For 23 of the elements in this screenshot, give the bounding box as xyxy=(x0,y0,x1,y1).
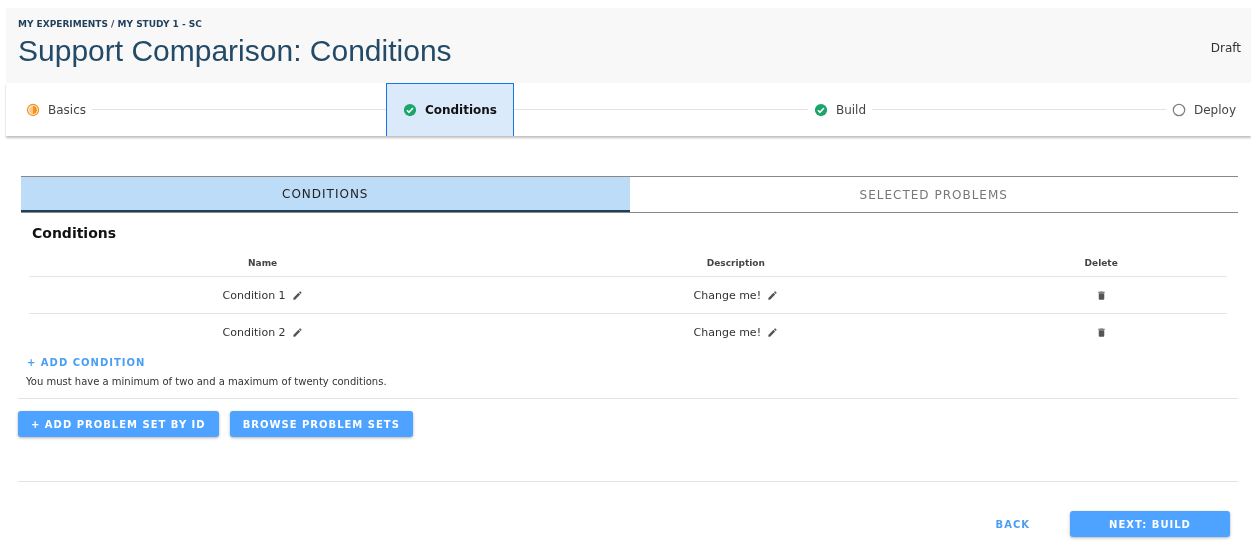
column-header: Delete xyxy=(1084,257,1118,268)
step-tab[interactable]: Build xyxy=(813,83,867,136)
trash-icon[interactable] xyxy=(1095,290,1107,301)
status-label: Draft xyxy=(1210,41,1241,55)
condition-name: Condition 1 xyxy=(222,288,286,302)
trash-icon[interactable] xyxy=(1095,327,1107,338)
page-title: Support Comparison: Conditions xyxy=(18,34,452,68)
condition-name: Condition 2 xyxy=(222,325,286,339)
pencil-icon[interactable] xyxy=(767,326,779,338)
step-tab[interactable]: Deploy xyxy=(1171,83,1236,136)
column-header: Name xyxy=(248,257,278,268)
condition-description: Change me! xyxy=(693,288,762,302)
section-title: Conditions xyxy=(32,225,118,241)
step-tab[interactable]: Basics xyxy=(26,83,87,136)
pencil-icon[interactable] xyxy=(291,326,303,338)
step-tab[interactable]: Conditions xyxy=(385,83,514,136)
tab[interactable]: CONDITIONS xyxy=(21,177,630,212)
pencil-icon[interactable] xyxy=(291,289,303,301)
breadcrumb[interactable]: MY EXPERIMENTS / MY STUDY 1 - SC xyxy=(18,19,452,29)
pencil-icon[interactable] xyxy=(767,289,779,301)
hint-text: You must have a minimum of two and a maximum of twenty conditions. xyxy=(26,376,388,387)
column-header: Description xyxy=(706,257,765,268)
condition-description: Change me! xyxy=(693,325,762,339)
